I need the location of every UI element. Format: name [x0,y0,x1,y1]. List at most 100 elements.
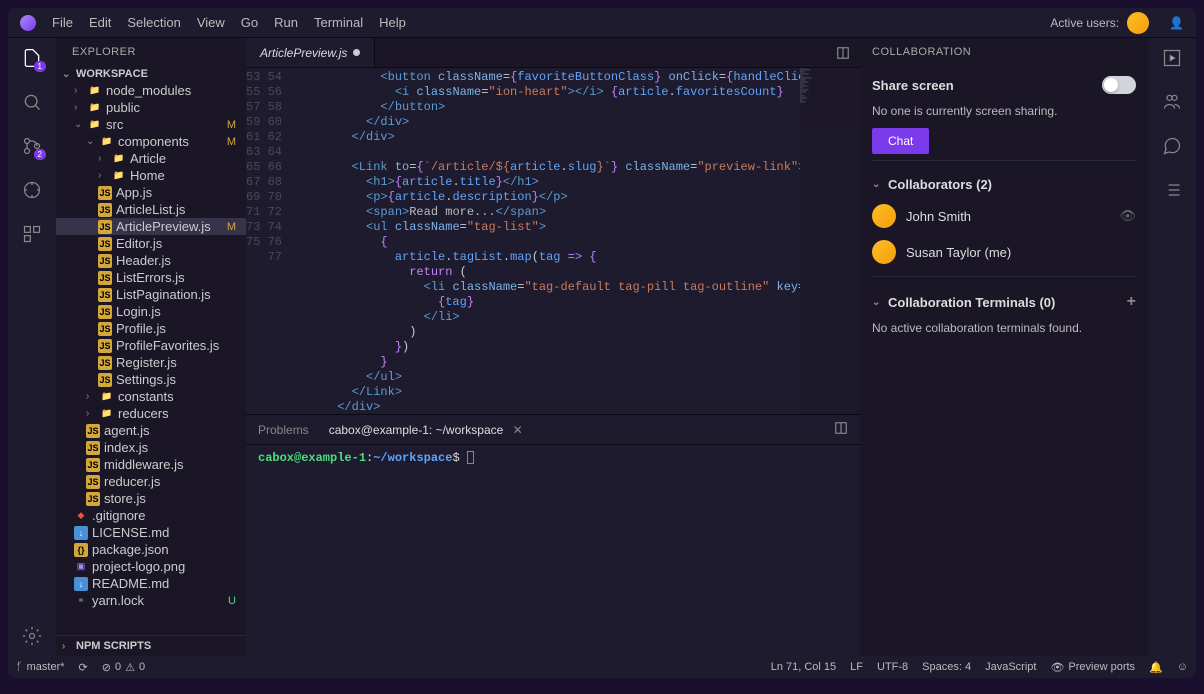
npm-scripts-section[interactable]: ›NPM SCRIPTS [56,635,246,656]
language-mode[interactable]: JavaScript [985,661,1036,674]
tree-item-src[interactable]: ⌄📁srcM [56,116,246,133]
settings-gear-icon[interactable] [20,624,44,648]
tree-item-readme-md[interactable]: ↓README.md [56,575,246,592]
tree-item-reducers[interactable]: ›📁reducers [56,405,246,422]
active-user-avatar[interactable] [1127,12,1149,34]
cursor-position[interactable]: Ln 71, Col 15 [771,661,836,674]
list-icon[interactable] [1160,178,1184,202]
collaborators-section[interactable]: ⌄Collaborators (2) [872,167,1136,198]
debug-icon[interactable] [20,178,44,202]
tree-item-node_modules[interactable]: ›📁node_modules [56,82,246,99]
eol[interactable]: LF [850,661,863,674]
user-icon[interactable]: 👤 [1169,16,1184,30]
tree-item-profile-js[interactable]: JSProfile.js [56,320,246,337]
active-users-label: Active users: [1050,16,1119,30]
collaborators-icon[interactable] [1160,90,1184,114]
tree-item-listerrors-js[interactable]: JSListErrors.js [56,269,246,286]
tree-item-agent-js[interactable]: JSagent.js [56,422,246,439]
add-terminal-icon[interactable]: + [1127,293,1136,311]
line-gutter: 53 54 55 56 57 58 59 60 61 62 63 64 65 6… [246,68,294,414]
chat-icon[interactable] [1160,134,1184,158]
tree-item-project-logo-png[interactable]: ▣project-logo.png [56,558,246,575]
notifications-icon[interactable]: 🔔 [1149,661,1163,674]
tree-item-login-js[interactable]: JSLogin.js [56,303,246,320]
menu-go[interactable]: Go [241,15,258,30]
close-terminal-icon[interactable]: ✕ [513,423,523,437]
explorer-icon[interactable]: 1 [20,46,44,70]
visibility-icon[interactable]: 👁 [1119,208,1136,224]
tree-item-article[interactable]: ›📁Article [56,150,246,167]
tree-item-license-md[interactable]: ↓LICENSE.md [56,524,246,541]
split-editor-icon[interactable] [826,38,860,67]
panel-split-icon[interactable] [834,421,848,438]
activity-bar: 1 2 [8,38,56,656]
main-menu: File Edit Selection View Go Run Terminal Help [52,15,406,30]
collaborator-1[interactable]: Susan Taylor (me) [872,234,1136,270]
preview-icon[interactable] [1160,46,1184,70]
menu-terminal[interactable]: Terminal [314,15,363,30]
terminal-tab[interactable]: cabox@example-1: ~/workspace ✕ [329,423,523,437]
tree-item-listpagination-js[interactable]: JSListPagination.js [56,286,246,303]
collaboration-panel: COLLABORATION Share screen No one is cur… [860,38,1148,656]
sync-status[interactable]: ⟳ [79,661,88,674]
collaboration-title: COLLABORATION [860,38,1148,66]
extensions-icon[interactable] [20,222,44,246]
titlebar: File Edit Selection View Go Run Terminal Help A… [8,8,1196,38]
tree-item--gitignore[interactable]: ◆.gitignore [56,507,246,524]
errors-warnings[interactable]: ⊘ 0 ⚠ 0 [102,661,145,674]
menu-edit[interactable]: Edit [89,15,111,30]
problems-tab[interactable]: Problems [258,423,309,437]
menu-file[interactable]: File [52,15,73,30]
tree-item-yarn-lock[interactable]: ⚭yarn.lockU [56,592,246,609]
encoding[interactable]: UTF-8 [877,661,908,674]
no-terminals-text: No active collaboration terminals found. [872,317,1136,345]
source-control-icon[interactable]: 2 [20,134,44,158]
tree-item-app-js[interactable]: JSApp.js [56,184,246,201]
chat-button[interactable]: Chat [872,128,929,154]
tree-item-reducer-js[interactable]: JSreducer.js [56,473,246,490]
tree-item-constants[interactable]: ›📁constants [56,388,246,405]
right-activity-bar [1148,38,1196,656]
tree-item-package-json[interactable]: {}package.json [56,541,246,558]
menu-view[interactable]: View [197,15,225,30]
tree-item-articlelist-js[interactable]: JSArticleList.js [56,201,246,218]
indentation[interactable]: Spaces: 4 [922,661,971,674]
editor-tab-articlepreview[interactable]: ArticlePreview.js [246,38,375,67]
collaborator-0[interactable]: John Smith👁 [872,198,1136,234]
tree-item-header-js[interactable]: JSHeader.js [56,252,246,269]
tab-modified-dot [353,49,360,56]
collab-terminals-section[interactable]: ⌄Collaboration Terminals (0)+ [872,283,1136,317]
minimap[interactable]: ▀▀▀▀▀▀▀▀▀▀▀▀▀▀▀▀▀▀▀▀▀▀▀▀▀▀▀▀▀▀▀▀▀▀▀▀▀▀▀▀… [800,68,860,414]
code-editor[interactable]: <button className={favoriteButtonClass} … [294,68,800,414]
tree-item-store-js[interactable]: JSstore.js [56,490,246,507]
feedback-icon[interactable]: ☺ [1177,661,1188,674]
tree-item-profilefavorites-js[interactable]: JSProfileFavorites.js [56,337,246,354]
tree-item-register-js[interactable]: JSRegister.js [56,354,246,371]
share-screen-label: Share screen [872,78,954,93]
tree-item-articlepreview-js[interactable]: JSArticlePreview.jsM [56,218,246,235]
status-bar: ᚶ master* ⟳ ⊘ 0 ⚠ 0 Ln 71, Col 15 LF UTF… [8,656,1196,678]
tree-item-middleware-js[interactable]: JSmiddleware.js [56,456,246,473]
search-icon[interactable] [20,90,44,114]
menu-selection[interactable]: Selection [127,15,180,30]
editor-tabs: ArticlePreview.js [246,38,860,68]
preview-ports[interactable]: 👁 Preview ports [1050,661,1135,674]
terminal[interactable]: cabox@example-1:~/workspace$ [246,445,860,656]
workspace-root[interactable]: ⌄WORKSPACE [56,66,246,82]
tree-item-public[interactable]: ›📁public [56,99,246,116]
app-logo [20,15,36,31]
explorer-sidebar: EXPLORER ⌄WORKSPACE ›📁node_modules›📁publ… [56,38,246,656]
share-screen-toggle[interactable] [1102,76,1136,94]
tree-item-components[interactable]: ⌄📁componentsM [56,133,246,150]
bottom-panel: Problems cabox@example-1: ~/workspace ✕ … [246,414,860,656]
git-branch[interactable]: ᚶ master* [16,661,65,673]
menu-run[interactable]: Run [274,15,298,30]
tree-item-home[interactable]: ›📁Home [56,167,246,184]
menu-help[interactable]: Help [379,15,406,30]
tree-item-index-js[interactable]: JSindex.js [56,439,246,456]
share-status: No one is currently screen sharing. [872,100,1136,128]
explorer-title: EXPLORER [56,38,246,66]
tree-item-editor-js[interactable]: JSEditor.js [56,235,246,252]
tab-label: ArticlePreview.js [260,46,347,60]
tree-item-settings-js[interactable]: JSSettings.js [56,371,246,388]
